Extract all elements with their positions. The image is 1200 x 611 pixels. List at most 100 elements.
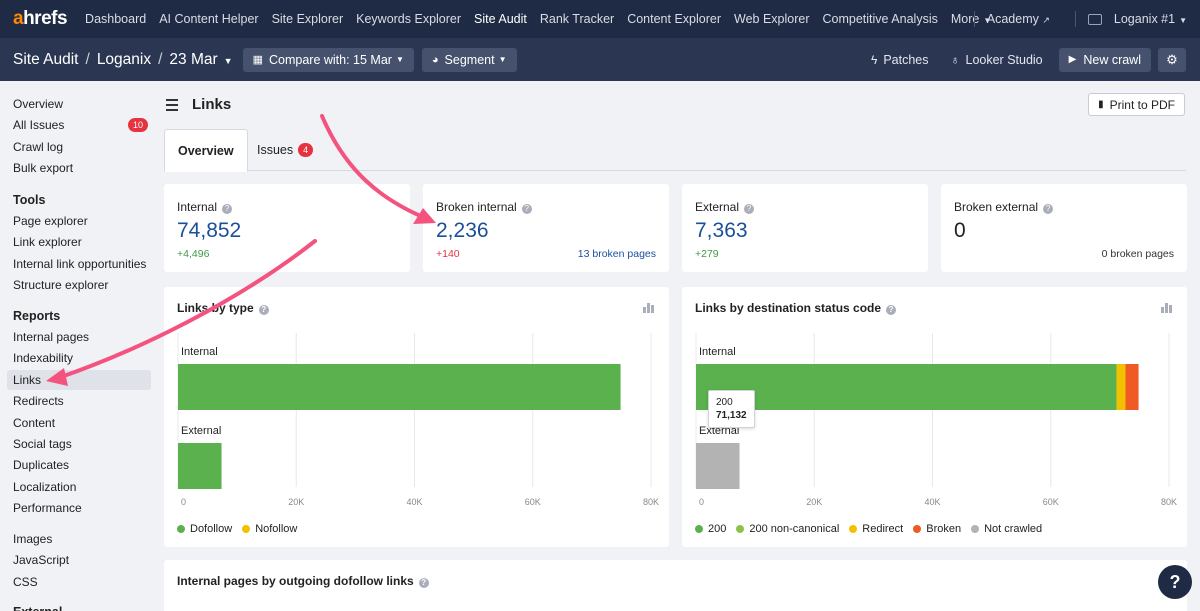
header-actions: ϟ Patches ♁ Looker Studio ▶ New crawl ⚙ [849, 38, 1186, 81]
bar-segment-not-crawled[interactable] [696, 443, 740, 489]
sidebar-item-bulk-export[interactable]: Bulk export [7, 158, 151, 178]
new-crawl-button[interactable]: ▶ New crawl [1058, 47, 1151, 72]
help-icon[interactable]: ? [1043, 204, 1054, 214]
nav-item-content-explorer[interactable]: Content Explorer [627, 12, 721, 26]
stat-card-external[interactable]: External? 7,363 +279 [682, 184, 928, 272]
hamburger-icon[interactable] [166, 99, 178, 114]
x-tick-label: 40K [924, 497, 940, 507]
help-icon[interactable]: ? [521, 204, 532, 214]
bar-segment-dofollow[interactable] [178, 364, 621, 410]
stat-value[interactable]: 74,852 [177, 219, 241, 243]
nav-item-dashboard[interactable]: Dashboard [85, 12, 146, 26]
sidebar-item-javascript[interactable]: JavaScript [7, 550, 151, 570]
help-chat-button[interactable]: ? [1158, 565, 1192, 599]
bar-segment-dofollow[interactable] [178, 443, 222, 489]
links-by-status-chart: 0 20K 40K 60K 80KInternalExternal [695, 333, 1177, 507]
sidebar-item-localization[interactable]: Localization [7, 477, 151, 497]
category-label: Internal [699, 346, 736, 358]
bar-segment-broken[interactable] [1125, 364, 1139, 410]
bar-segment-200[interactable] [696, 364, 1117, 410]
legend-item-redirect[interactable]: Redirect [849, 523, 903, 535]
legend-dot [242, 525, 251, 533]
nav-right: Academy ↗ Loganix #1 ▼ [962, 0, 1200, 38]
sidebar-heading-cut: External [13, 605, 62, 611]
x-tick-label: 0 [181, 497, 186, 507]
breadcrumb-project[interactable]: Loganix [97, 51, 151, 69]
sidebar-item-links[interactable]: Links [7, 369, 151, 390]
sidebar-item-redirects[interactable]: Redirects [7, 391, 151, 411]
segment-button[interactable]: ◕ Segment ▼ [421, 47, 517, 72]
nav-item-web-explorer[interactable]: Web Explorer [734, 12, 810, 26]
sidebar-item-internal-link-opportunities[interactable]: Internal link opportunities [7, 254, 151, 274]
legend-item-nofollow[interactable]: Nofollow [242, 523, 297, 535]
stat-broken-pages-link[interactable]: 13 broken pages [578, 248, 656, 260]
stat-value[interactable]: 7,363 [695, 219, 748, 243]
compare-button[interactable]: ▦ Compare with: 15 Mar ▼ [242, 47, 414, 72]
stat-card-broken-internal[interactable]: Broken internal? 2,236 +140 13 broken pages [423, 184, 669, 272]
tab-issues[interactable]: Issues 4 [244, 129, 326, 171]
outgoing-links-card: Internal pages by outgoing dofollow link… [164, 560, 1187, 611]
nav-item-competitive-analysis[interactable]: Competitive Analysis [823, 12, 938, 26]
help-icon[interactable]: ? [418, 578, 429, 588]
stat-value[interactable]: 0 [954, 219, 966, 243]
print-to-pdf-button[interactable]: ▮ Print to PDF [1088, 93, 1185, 116]
x-tick-label: 80K [1161, 497, 1177, 507]
sidebar-item-structure-explorer[interactable]: Structure explorer [7, 275, 151, 295]
nav-academy[interactable]: Academy ↗ [987, 12, 1050, 26]
sidebar-item-overview[interactable]: Overview [7, 94, 151, 114]
tab-bar: Overview Issues 4 [164, 129, 1186, 172]
nav-item-site-explorer[interactable]: Site Explorer [272, 12, 344, 26]
nav-item-rank-tracker[interactable]: Rank Tracker [540, 12, 614, 26]
sidebar-item-all-issues[interactable]: All Issues 10 [7, 115, 151, 135]
sidebar-item-internal-pages[interactable]: Internal pages [7, 327, 151, 347]
links-by-status-card: Links by destination status code? 0 20K 40… [682, 287, 1187, 547]
sidebar-item-social-tags[interactable]: Social tags [7, 434, 151, 454]
nav-item-ai-content-helper[interactable]: AI Content Helper [159, 12, 258, 26]
sidebar: Overview All Issues 10 Crawl log Bulk export… [0, 81, 160, 611]
bar-segment-redirect[interactable] [1116, 364, 1126, 410]
sidebar-item-crawl-log[interactable]: Crawl log [7, 137, 151, 157]
nav-item-site-audit[interactable]: Site Audit [474, 12, 527, 26]
tab-overview[interactable]: Overview [164, 129, 248, 172]
x-tick-label: 40K [406, 497, 422, 507]
sidebar-heading-reports: Reports [13, 309, 61, 323]
help-icon[interactable]: ? [744, 204, 755, 214]
breadcrumb-site-audit[interactable]: Site Audit [13, 51, 79, 69]
x-tick-label: 20K [288, 497, 304, 507]
nav-item-keywords-explorer[interactable]: Keywords Explorer [356, 12, 461, 26]
page-title: Links [192, 96, 232, 113]
sidebar-item-css[interactable]: CSS [7, 572, 151, 592]
sidebar-item-indexability[interactable]: Indexability [7, 348, 151, 368]
legend-item-not-crawled[interactable]: Not crawled [971, 523, 1042, 535]
stat-value[interactable]: 2,236 [436, 219, 489, 243]
calendar-icon: ▦ [252, 54, 263, 66]
account-menu[interactable]: Loganix #1 ▼ [1114, 12, 1187, 26]
sidebar-item-content[interactable]: Content [7, 413, 151, 433]
stat-label: External? [695, 200, 755, 214]
patches-link[interactable]: ϟ Patches [871, 53, 929, 67]
sidebar-item-link-explorer[interactable]: Link explorer [7, 232, 151, 252]
breadcrumb-crawl-date[interactable]: 23 Mar ▼ [169, 51, 232, 69]
sidebar-item-performance[interactable]: Performance [7, 498, 151, 518]
category-label: External [181, 425, 221, 437]
help-icon[interactable]: ? [222, 204, 233, 214]
legend-dot [736, 525, 745, 533]
legend-item-200[interactable]: 200 [695, 523, 726, 535]
sidebar-item-duplicates[interactable]: Duplicates [7, 455, 151, 475]
sidebar-item-images[interactable]: Images [7, 529, 151, 549]
stat-label: Broken external? [954, 200, 1054, 214]
settings-button[interactable]: ⚙ [1158, 47, 1186, 72]
looker-studio-link[interactable]: ♁ Looker Studio [951, 53, 1043, 67]
sidebar-item-page-explorer[interactable]: Page explorer [7, 211, 151, 231]
monitor-icon[interactable] [1087, 13, 1102, 25]
legend-item-dofollow[interactable]: Dofollow [177, 523, 232, 535]
stat-delta: +4,496 [177, 248, 210, 260]
legend-item-broken[interactable]: Broken [913, 523, 961, 535]
legend-item-200-non-canonical[interactable]: 200 non-canonical [736, 523, 839, 535]
stat-card-internal[interactable]: Internal? 74,852 +4,496 [164, 184, 410, 272]
ahrefs-logo[interactable]: ahrefs [13, 8, 68, 30]
pdf-icon: ▮ [1098, 99, 1104, 110]
looker-icon: ♁ [950, 52, 960, 67]
nav-separator [973, 11, 975, 27]
stat-card-broken-external[interactable]: Broken external? 0 0 broken pages [941, 184, 1187, 272]
